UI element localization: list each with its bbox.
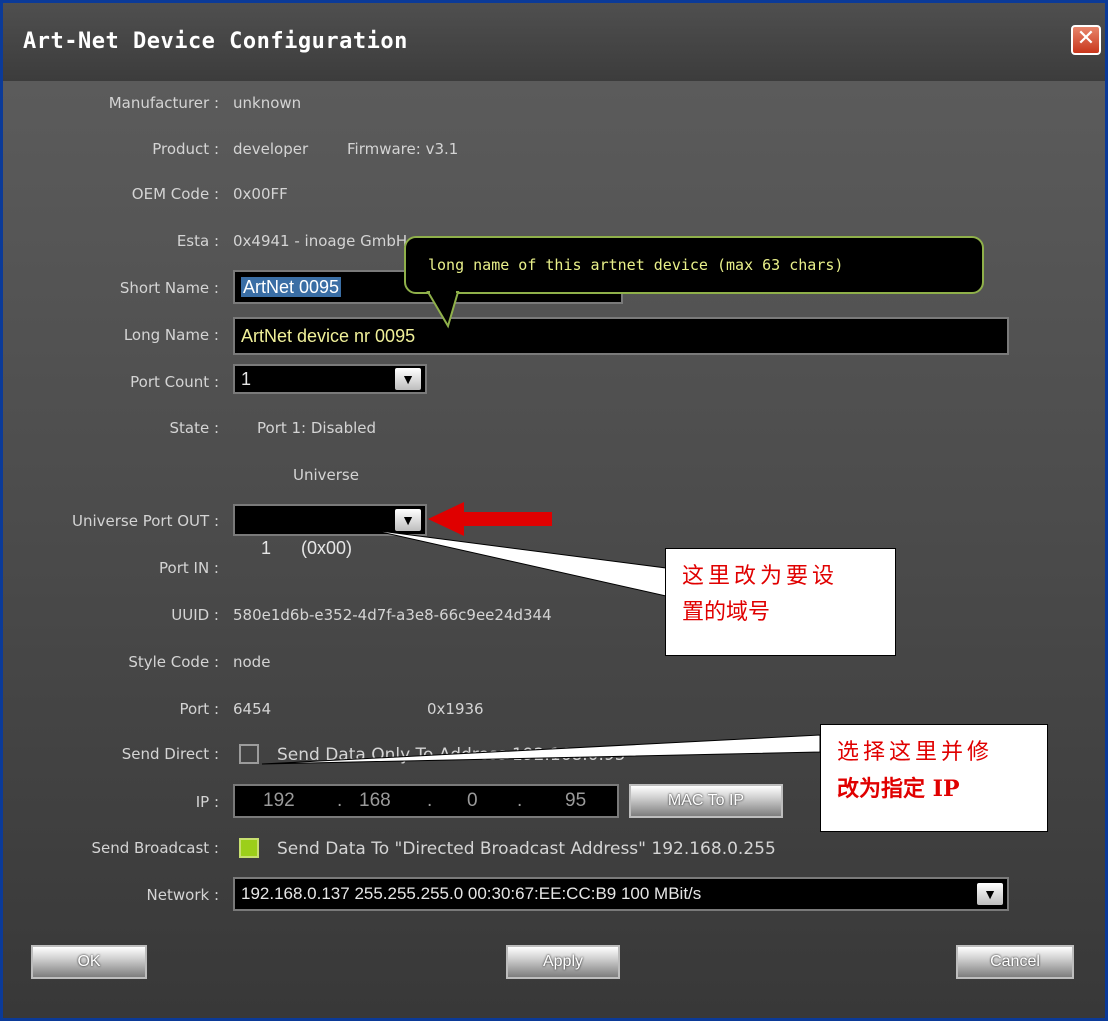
annotation-note-1-line2: 置的域号 bbox=[682, 600, 771, 625]
annotation-note-2-line2: 改为指定 IP bbox=[837, 776, 960, 802]
callout-1-pointer bbox=[371, 529, 667, 597]
callout-2-pointer bbox=[261, 734, 821, 765]
annotation-note-1: 这里改为要设 置的域号 bbox=[665, 548, 896, 656]
annotation-note-2-line1: 选择这里并修 bbox=[837, 740, 994, 765]
callout-lines bbox=[261, 529, 821, 765]
annotation-note-2: 选择这里并修 改为指定 IP bbox=[820, 724, 1048, 832]
annotation-note-1-line1: 这里改为要设 bbox=[682, 564, 839, 589]
